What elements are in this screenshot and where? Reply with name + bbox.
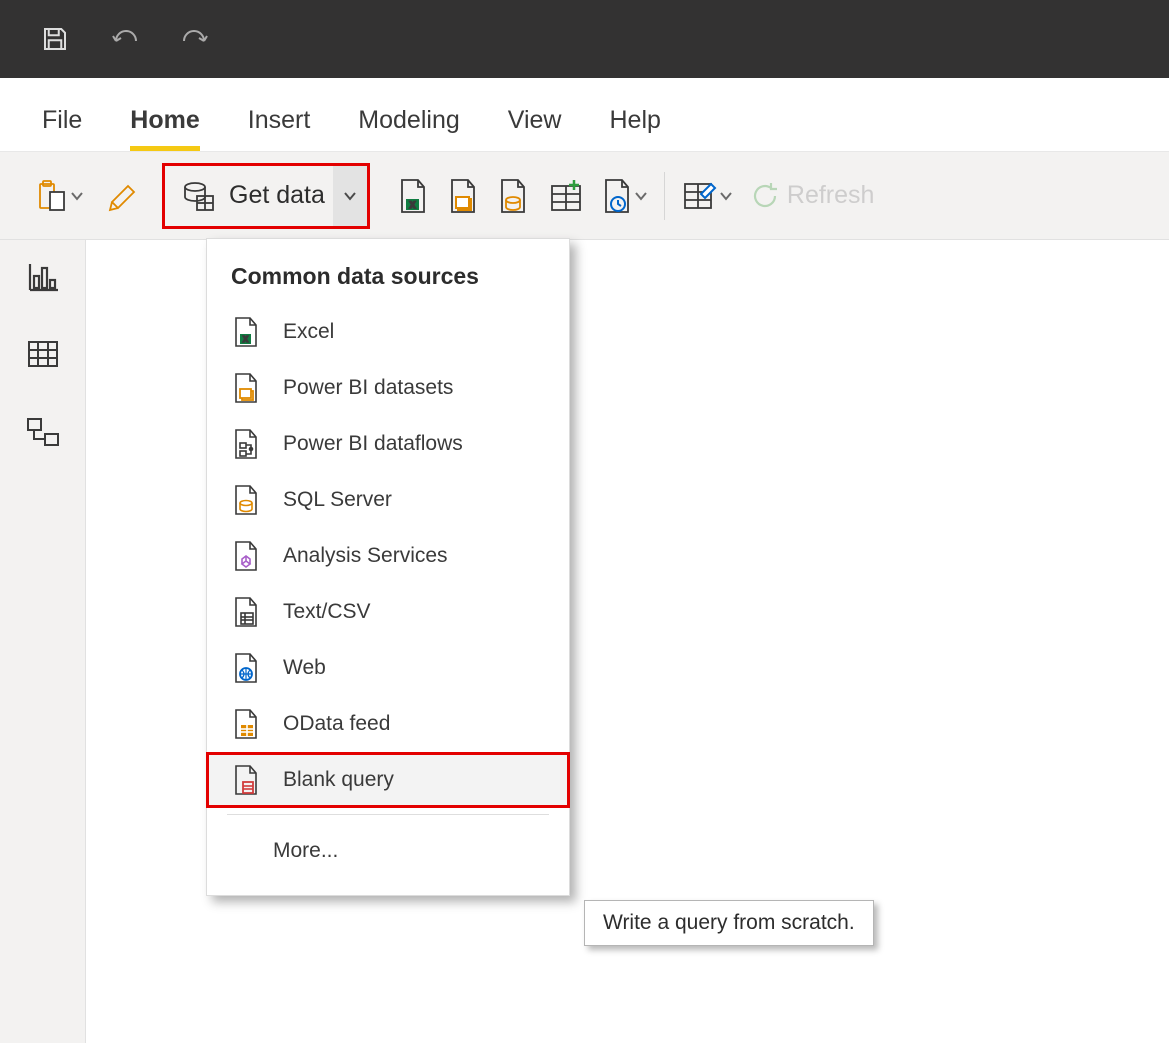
undo-icon xyxy=(110,27,140,51)
dropdown-header: Common data sources xyxy=(207,239,569,304)
get-data-dropdown: Common data sources X Excel Power BI dat… xyxy=(206,238,570,896)
menu-tabs: File Home Insert Modeling View Help xyxy=(0,78,1169,152)
sql-file-icon xyxy=(496,177,530,215)
dataflow-file-icon xyxy=(231,428,261,460)
odata-file-icon xyxy=(231,708,261,740)
source-label: SQL Server xyxy=(283,488,392,512)
get-data-label: Get data xyxy=(229,181,325,210)
transform-data-button[interactable] xyxy=(673,169,741,223)
dropdown-divider xyxy=(227,814,549,815)
source-text-csv[interactable]: Text/CSV xyxy=(207,584,569,640)
redo-button[interactable] xyxy=(180,27,210,51)
source-sql-server[interactable]: SQL Server xyxy=(207,472,569,528)
source-powerbi-datasets[interactable]: Power BI datasets xyxy=(207,360,569,416)
left-nav xyxy=(0,240,86,1043)
source-web[interactable]: Web xyxy=(207,640,569,696)
source-excel[interactable]: X Excel xyxy=(207,304,569,360)
tab-modeling[interactable]: Modeling xyxy=(358,106,459,151)
database-icon xyxy=(181,178,217,214)
sql-file-icon xyxy=(231,484,261,516)
table-plus-icon xyxy=(546,178,584,214)
table-icon xyxy=(26,339,60,369)
source-analysis-services[interactable]: Analysis Services xyxy=(207,528,569,584)
dataset-file-icon xyxy=(231,372,261,404)
enter-data-button[interactable] xyxy=(538,169,592,223)
web-file-icon xyxy=(231,652,261,684)
ribbon: Get data X xyxy=(0,152,1169,240)
tab-view[interactable]: View xyxy=(508,106,562,151)
tab-help[interactable]: Help xyxy=(610,106,661,151)
ribbon-separator xyxy=(664,172,665,220)
bar-chart-icon xyxy=(26,262,60,292)
table-edit-icon xyxy=(681,178,719,214)
refresh-label: Refresh xyxy=(787,181,875,210)
powerbi-datasets-button[interactable] xyxy=(438,169,488,223)
undo-button[interactable] xyxy=(110,27,140,51)
excel-file-icon: X xyxy=(231,316,261,348)
recent-sources-button[interactable] xyxy=(592,169,656,223)
refresh-button[interactable]: Refresh xyxy=(741,169,883,223)
sqlserver-button[interactable] xyxy=(488,169,538,223)
source-odata-feed[interactable]: OData feed xyxy=(207,696,569,752)
refresh-icon xyxy=(749,180,781,212)
save-button[interactable] xyxy=(40,24,70,54)
redo-icon xyxy=(180,27,210,51)
chevron-down-icon xyxy=(342,188,358,204)
source-label: Text/CSV xyxy=(283,600,371,624)
source-label: Blank query xyxy=(283,768,394,792)
chevron-down-icon xyxy=(634,189,648,203)
titlebar xyxy=(0,0,1169,78)
tooltip: Write a query from scratch. xyxy=(584,900,874,946)
excel-source-button[interactable]: X xyxy=(388,169,438,223)
excel-file-icon: X xyxy=(396,177,430,215)
blankquery-file-icon xyxy=(231,764,261,796)
model-view-button[interactable] xyxy=(25,416,61,455)
source-blank-query[interactable]: Blank query xyxy=(206,752,570,808)
model-icon xyxy=(25,416,61,450)
data-view-button[interactable] xyxy=(26,339,60,374)
source-powerbi-dataflows[interactable]: Power BI dataflows xyxy=(207,416,569,472)
source-label: Power BI dataflows xyxy=(283,432,463,456)
recent-file-icon xyxy=(600,177,634,215)
tab-file[interactable]: File xyxy=(42,106,82,151)
format-painter-button[interactable] xyxy=(98,169,150,223)
paintbrush-icon xyxy=(106,178,142,214)
dataset-file-icon xyxy=(446,177,480,215)
source-label: Excel xyxy=(283,320,334,344)
tab-insert[interactable]: Insert xyxy=(248,106,311,151)
clipboard-icon xyxy=(34,178,70,214)
save-icon xyxy=(40,24,70,54)
report-view-button[interactable] xyxy=(26,262,60,297)
svg-text:X: X xyxy=(243,335,249,344)
source-label: Web xyxy=(283,656,326,680)
chevron-down-icon xyxy=(719,189,733,203)
svg-text:X: X xyxy=(409,200,415,210)
chevron-down-icon xyxy=(70,189,84,203)
paste-button[interactable] xyxy=(26,169,92,223)
textcsv-file-icon xyxy=(231,596,261,628)
get-data-dropdown-toggle[interactable] xyxy=(333,166,367,226)
source-label: Analysis Services xyxy=(283,544,448,568)
get-data-button[interactable]: Get data xyxy=(162,163,370,229)
source-more[interactable]: More... xyxy=(207,819,569,883)
source-label: OData feed xyxy=(283,712,390,736)
source-label: Power BI datasets xyxy=(283,376,453,400)
tab-home[interactable]: Home xyxy=(130,106,199,151)
cube-file-icon xyxy=(231,540,261,572)
